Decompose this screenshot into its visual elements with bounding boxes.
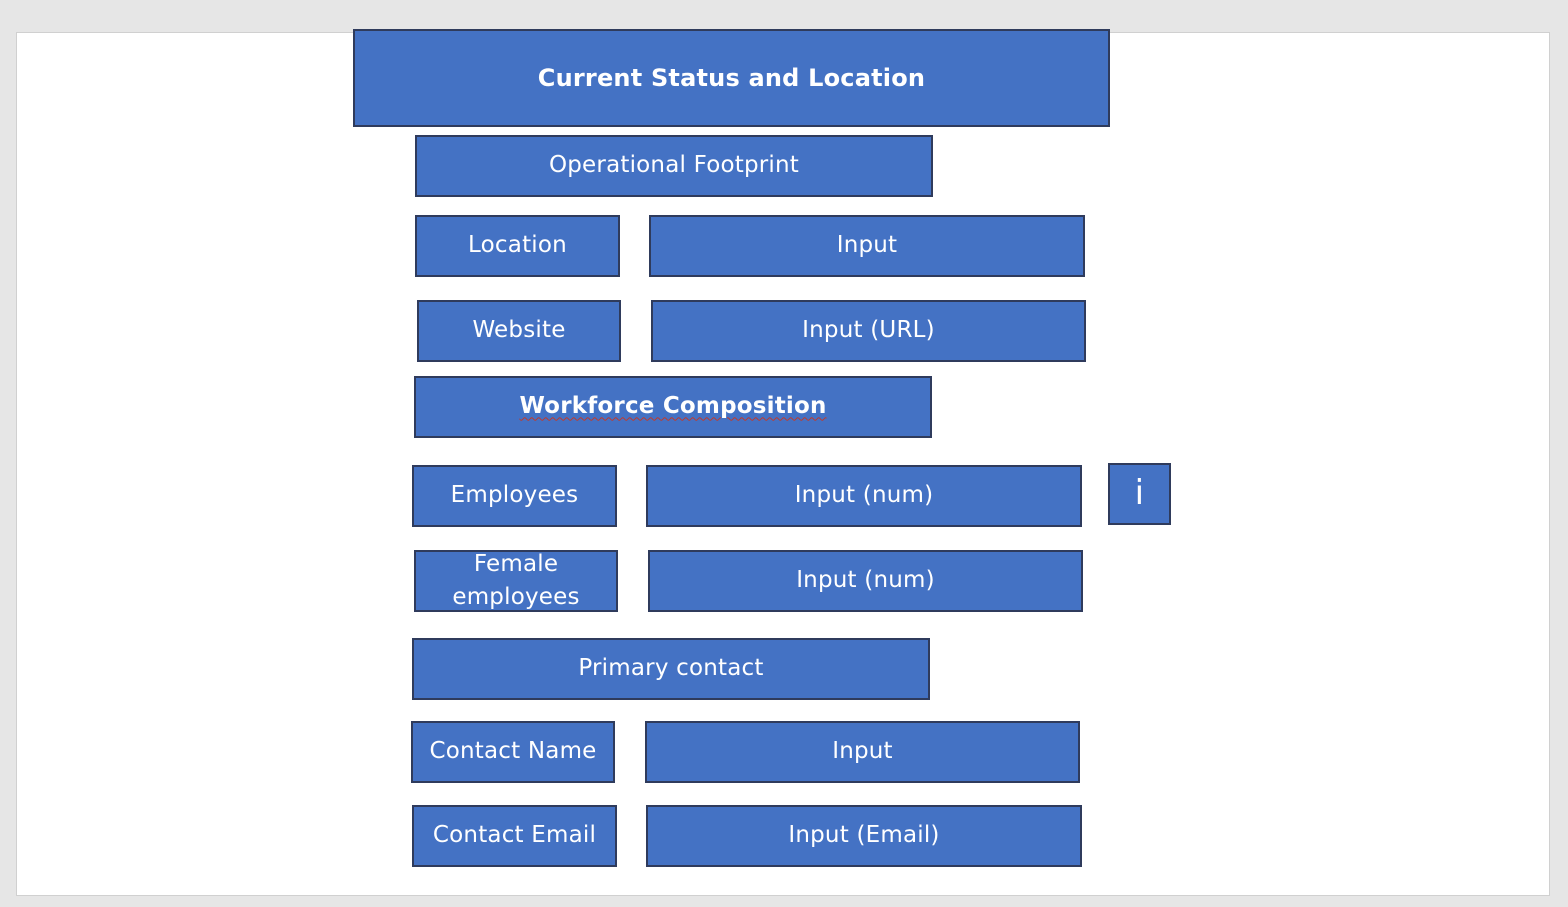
contact-name-label: Contact Name bbox=[429, 738, 597, 765]
location-input[interactable]: Input bbox=[649, 215, 1085, 277]
website-input[interactable]: Input (URL) bbox=[651, 300, 1086, 362]
contact-email-input[interactable]: Input (Email) bbox=[646, 805, 1082, 867]
contact-name-label-box: Contact Name bbox=[411, 721, 615, 783]
contact-email-input-text: Input (Email) bbox=[788, 822, 940, 849]
section-primary-contact: Primary contact bbox=[412, 638, 930, 700]
location-input-text: Input bbox=[836, 232, 898, 259]
employees-label-box: Employees bbox=[412, 465, 617, 527]
female-employees-input-text: Input (num) bbox=[796, 567, 935, 594]
contact-email-label-box: Contact Email bbox=[412, 805, 617, 867]
contact-name-input[interactable]: Input bbox=[645, 721, 1080, 783]
location-label-box: Location bbox=[415, 215, 620, 277]
section-operational-footprint: Operational Footprint bbox=[415, 135, 933, 197]
employees-input[interactable]: Input (num) bbox=[646, 465, 1082, 527]
employees-input-text: Input (num) bbox=[794, 482, 934, 509]
website-label: Website bbox=[472, 317, 566, 344]
info-icon: i bbox=[1134, 473, 1145, 514]
female-employees-label: Female employees bbox=[452, 550, 580, 610]
section-workforce-composition-text: Workforce Composition bbox=[519, 393, 827, 420]
location-label: Location bbox=[468, 232, 567, 259]
section-workforce-composition: Workforce Composition bbox=[414, 376, 932, 438]
female-employees-label-box: Female employees bbox=[414, 550, 618, 612]
female-employees-input[interactable]: Input (num) bbox=[648, 550, 1083, 612]
info-button[interactable]: i bbox=[1108, 463, 1171, 525]
employees-label: Employees bbox=[450, 482, 579, 509]
website-input-text: Input (URL) bbox=[802, 317, 935, 344]
contact-name-input-text: Input bbox=[832, 738, 893, 765]
contact-email-label: Contact Email bbox=[432, 822, 597, 849]
website-label-box: Website bbox=[417, 300, 621, 362]
section-operational-footprint-text: Operational Footprint bbox=[548, 152, 800, 179]
section-primary-contact-text: Primary contact bbox=[578, 655, 764, 682]
title-box: Current Status and Location bbox=[353, 29, 1110, 127]
title-text: Current Status and Location bbox=[537, 63, 926, 92]
